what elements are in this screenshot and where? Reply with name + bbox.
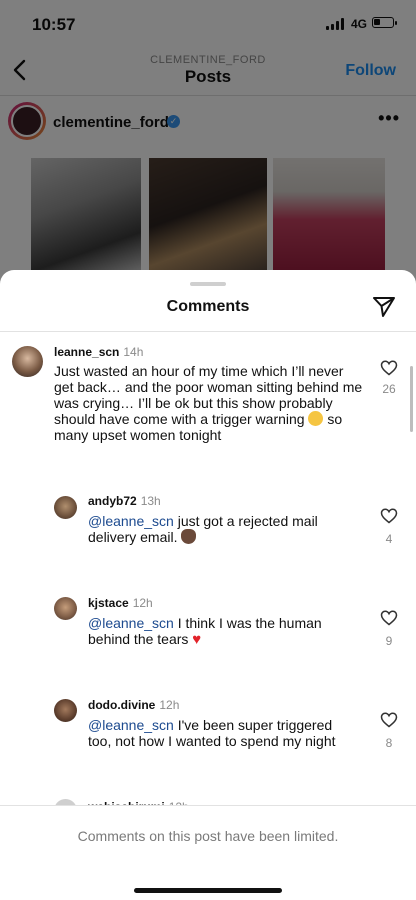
heart-outline-icon[interactable] <box>380 360 398 376</box>
commenter-avatar[interactable] <box>54 597 77 620</box>
comment-time: 13h <box>140 494 161 508</box>
comment-username[interactable]: dodo.divine <box>88 698 155 712</box>
sheet-title: Comments <box>166 298 250 315</box>
comment-text: Just wasted an hour of my time which I’l… <box>54 363 366 443</box>
mention-link[interactable]: @leanne_scn <box>88 717 174 733</box>
comment-username[interactable]: kjstace <box>88 596 129 610</box>
comment-meta: andyb72 13h <box>88 494 161 508</box>
red-heart-emoji-icon: ♥ <box>192 631 202 648</box>
heart-outline-icon[interactable] <box>380 610 398 626</box>
comments-sheet: Comments leanne_scn 14h Just wasted an ho… <box>0 270 416 900</box>
comment-meta: leanne_scn 14h <box>54 345 143 359</box>
heart-outline-icon[interactable] <box>380 508 398 524</box>
heart-outline-icon[interactable] <box>380 712 398 728</box>
comment-time: 12h <box>159 698 180 712</box>
mention-link[interactable]: @leanne_scn <box>88 615 174 631</box>
comments-limited-notice: Comments on this post have been limited. <box>77 828 339 844</box>
mention-link[interactable]: @leanne_scn <box>88 513 174 529</box>
paper-plane-icon[interactable] <box>372 296 396 318</box>
home-indicator[interactable] <box>134 888 282 893</box>
comment-username[interactable]: leanne_scn <box>54 345 119 359</box>
comment-meta: dodo.divine 12h <box>88 698 179 712</box>
commenter-avatar[interactable] <box>54 496 77 519</box>
comments-footer: Comments on this post have been limited. <box>0 805 416 900</box>
like-count: 4 <box>385 532 393 546</box>
commenter-avatar[interactable] <box>54 699 77 722</box>
comment-text: @leanne_scn I think I was the human behi… <box>88 615 348 648</box>
sheet-drag-handle[interactable] <box>190 282 226 286</box>
like-count: 9 <box>385 634 393 648</box>
comment-text: @leanne_scn I've been super triggered to… <box>88 717 358 749</box>
comment-time: 12h <box>132 596 153 610</box>
like-count: 26 <box>382 382 396 396</box>
comment-text: @leanne_scn just got a rejected mail del… <box>88 513 348 545</box>
scrollbar[interactable] <box>410 366 413 432</box>
comment-meta: kjstace 12h <box>88 596 153 610</box>
commenter-avatar[interactable] <box>12 346 43 377</box>
comment-username[interactable]: andyb72 <box>88 494 137 508</box>
sheet-divider <box>0 331 416 332</box>
like-count: 8 <box>385 736 393 750</box>
crying-face-emoji-icon <box>308 411 324 426</box>
comment-time: 14h <box>123 345 144 359</box>
woman-facepalming-emoji-icon <box>181 529 197 544</box>
